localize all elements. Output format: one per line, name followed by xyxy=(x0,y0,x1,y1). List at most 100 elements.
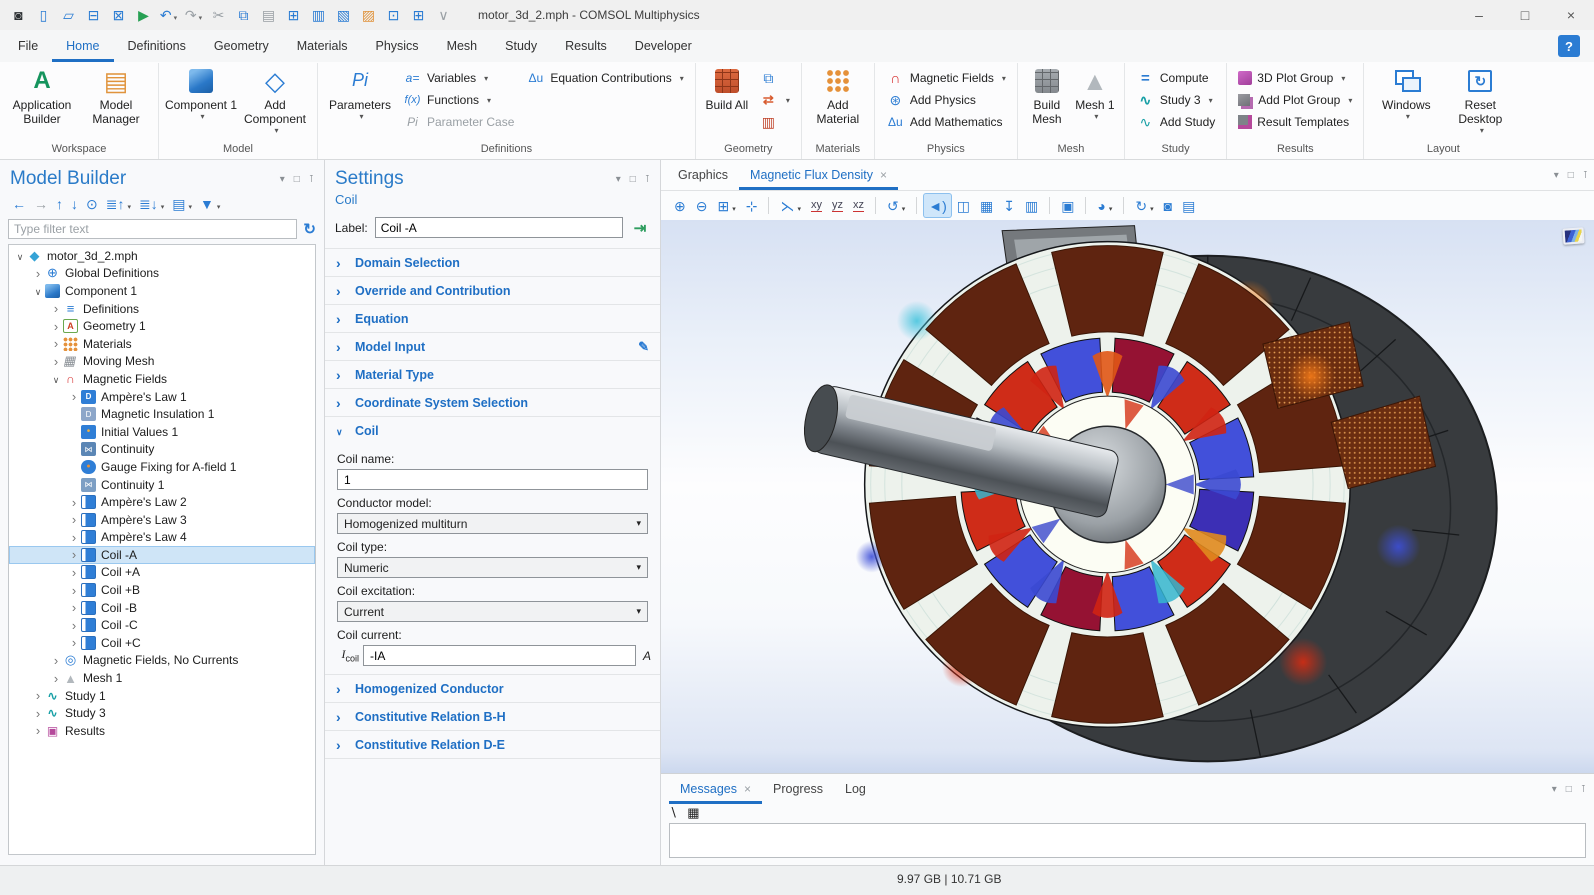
tree-expander-icon[interactable] xyxy=(49,671,63,686)
tree-expander-icon[interactable] xyxy=(49,319,63,334)
toolbar-separator[interactable] xyxy=(1049,197,1050,214)
component-1-button[interactable]: Component 1▾ xyxy=(164,64,238,122)
tree-expander-icon[interactable] xyxy=(67,512,81,527)
pin-panel-icon[interactable]: ⊺ xyxy=(1581,784,1586,795)
tree-item[interactable]: Mesh 1 xyxy=(9,669,315,687)
copy-icon[interactable]: ⧉ xyxy=(231,3,256,27)
tree-nodes-icon[interactable]: ▤ xyxy=(168,194,196,214)
tree-item[interactable]: Magnetic Insulation 1 xyxy=(9,405,315,423)
panel-menu-icon[interactable]: ▾ xyxy=(1552,784,1557,795)
tree-item[interactable]: Coil +A xyxy=(9,564,315,582)
menu-tab[interactable]: Developer xyxy=(621,30,706,62)
label-field-input[interactable] xyxy=(375,217,623,238)
paste-icon[interactable]: ▤ xyxy=(256,3,281,27)
add-study-button[interactable]: Add Study xyxy=(1132,111,1219,133)
panel-menu-icon[interactable]: ▾ xyxy=(280,174,285,185)
run-icon[interactable]: ▶ xyxy=(131,3,156,27)
tree-item[interactable]: motor_3d_2.mph xyxy=(9,247,315,265)
result-templates-button[interactable]: Result Templates xyxy=(1234,111,1356,133)
tree-item[interactable]: Continuity xyxy=(9,441,315,459)
settings-section-header[interactable]: Constitutive Relation B-H xyxy=(325,702,660,730)
transparency-icon[interactable]: ◫ xyxy=(953,194,974,217)
tree-expander-icon[interactable] xyxy=(49,301,63,316)
zoom-out-icon[interactable]: ⊖ xyxy=(692,194,712,217)
expand-all-icon[interactable]: ≣↑ xyxy=(102,194,135,214)
zoom-extents-icon[interactable]: ⊹ xyxy=(742,194,762,217)
comsol-logo-icon[interactable]: ◙ xyxy=(6,3,31,27)
compute-button[interactable]: Compute xyxy=(1132,67,1219,89)
menu-tab[interactable]: Materials xyxy=(283,30,362,62)
variables-button[interactable]: Variables▾ xyxy=(399,67,518,89)
move-up-icon[interactable]: ↑ xyxy=(52,194,67,214)
tree-item[interactable]: Ampère's Law 4 xyxy=(9,529,315,547)
update-geometry-button[interactable]: ▾ xyxy=(755,89,794,111)
tree-item[interactable]: Ampère's Law 2 xyxy=(9,493,315,511)
model-input-edit-icon[interactable]: ✎ xyxy=(638,339,649,355)
view-xz-icon[interactable]: xz xyxy=(849,194,868,217)
tree-item[interactable]: Geometry 1 xyxy=(9,317,315,335)
coil-type-select[interactable]: Numeric▾ xyxy=(337,557,648,578)
float-panel-icon[interactable]: □ xyxy=(1566,784,1572,795)
conductor-model-select[interactable]: Homogenized multiturn▾ xyxy=(337,513,648,534)
tree-item[interactable]: Magnetic Fields xyxy=(9,370,315,388)
tree-item[interactable]: Gauge Fixing for A-field 1 xyxy=(9,458,315,476)
menu-tab[interactable]: File xyxy=(4,30,52,62)
add-material-button[interactable]: Add Material xyxy=(807,64,869,126)
application-builder-button[interactable]: Application Builder xyxy=(5,64,79,126)
messages-tab[interactable]: Messages× xyxy=(669,774,762,804)
tree-item[interactable]: Coil -C xyxy=(9,616,315,634)
build-all-button[interactable]: Build All xyxy=(701,64,753,112)
move-down-icon[interactable]: ↓ xyxy=(67,194,82,214)
show-grid-icon[interactable]: ↧ xyxy=(999,194,1019,217)
minimize-button[interactable]: – xyxy=(1456,0,1502,30)
cut-icon[interactable]: ✂ xyxy=(206,3,231,27)
tree-item[interactable]: Study 1 xyxy=(9,687,315,705)
menu-tab[interactable]: Results xyxy=(551,30,621,62)
toolbar-separator[interactable] xyxy=(1085,197,1086,214)
settings-section-header[interactable]: Domain Selection ✎ xyxy=(325,248,660,276)
toolbar-separator[interactable] xyxy=(768,197,769,214)
maximize-button[interactable]: □ xyxy=(1502,0,1548,30)
lock-view-icon[interactable]: ▣ xyxy=(1057,194,1078,217)
tree-expander-icon[interactable] xyxy=(67,530,81,545)
tree-expander-icon[interactable] xyxy=(31,688,45,703)
qat-more-icon[interactable]: ∨ xyxy=(431,3,456,27)
panel-menu-icon[interactable]: ▾ xyxy=(1554,170,1559,181)
settings-section-header[interactable]: Constitutive Relation D-E xyxy=(325,730,660,758)
select-box-icon[interactable]: ▧ xyxy=(331,3,356,27)
clear-messages-icon[interactable]: ∖ xyxy=(669,805,677,821)
settings-section-header[interactable]: Override and Contribution ✎ xyxy=(325,276,660,304)
toolbar-separator[interactable] xyxy=(916,197,917,214)
print-icon[interactable]: ▤ xyxy=(1178,194,1199,217)
tree-item[interactable]: Ampère's Law 1 xyxy=(9,388,315,406)
tree-expander-icon[interactable] xyxy=(31,284,45,298)
add-physics-button[interactable]: Add Physics xyxy=(882,89,1010,111)
rename-icon[interactable]: ⇥ xyxy=(630,218,650,238)
tree-item[interactable]: Initial Values 1 xyxy=(9,423,315,441)
tree-item[interactable]: Coil +B xyxy=(9,581,315,599)
magnetic-fields-button[interactable]: Magnetic Fields▾ xyxy=(882,67,1010,89)
collapse-all-icon[interactable]: ≣↓ xyxy=(135,194,168,214)
delete-icon[interactable]: ▥ xyxy=(306,3,331,27)
tree-expander-icon[interactable] xyxy=(67,565,81,580)
parameters-button[interactable]: Parameters▾ xyxy=(323,64,397,122)
refresh-icon[interactable]: ↻ xyxy=(303,220,316,238)
mesh-1-button[interactable]: Mesh 1▾ xyxy=(1071,64,1119,122)
tree-expander-icon[interactable] xyxy=(13,249,27,263)
add-mathematics-button[interactable]: Add Mathematics xyxy=(882,111,1010,133)
tree-expander-icon[interactable] xyxy=(67,495,81,510)
tree-item[interactable]: Moving Mesh xyxy=(9,353,315,371)
tree-expander-icon[interactable] xyxy=(49,354,63,369)
tree-expander-icon[interactable] xyxy=(67,618,81,633)
tree-item[interactable]: Magnetic Fields, No Currents xyxy=(9,652,315,670)
menu-tab[interactable]: Home xyxy=(52,30,113,62)
float-panel-icon[interactable]: □ xyxy=(294,174,300,185)
pin-panel-icon[interactable]: ⊺ xyxy=(645,174,650,185)
snapshot-icon[interactable]: ◙ xyxy=(1160,194,1176,217)
go-to-view-icon[interactable]: ⋋ xyxy=(776,194,805,217)
tree-item[interactable]: Study 3 xyxy=(9,704,315,722)
coil-name-input[interactable] xyxy=(344,473,641,487)
tree-item[interactable]: Coil -B xyxy=(9,599,315,617)
settings-section-header[interactable]: Equation ✎ xyxy=(325,304,660,332)
settings-section-header[interactable]: Material Type ✎ xyxy=(325,360,660,388)
